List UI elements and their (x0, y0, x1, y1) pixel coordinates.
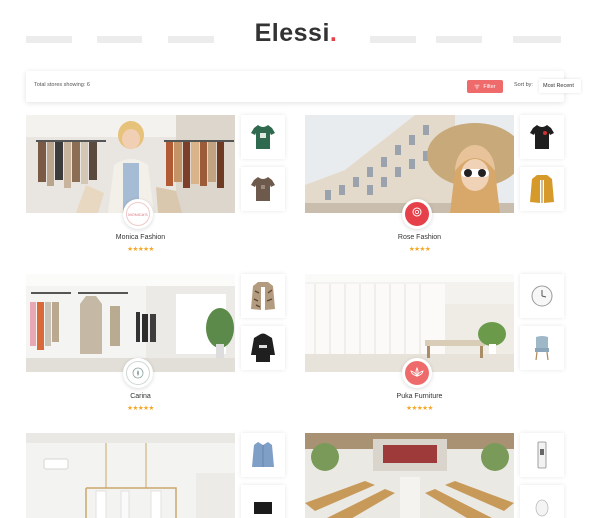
product-thumbnail[interactable] (241, 433, 285, 477)
sort-value: Most Recent (543, 83, 574, 89)
store-rating-stars: ★★★★★ (127, 405, 154, 412)
brand-dot: . (329, 19, 338, 47)
product-thumbnail[interactable] (241, 326, 285, 370)
tshirt-icon (251, 177, 275, 201)
phone-icon (537, 441, 547, 469)
store-name[interactable]: Rose Fashion (305, 234, 534, 241)
carina-emblem-icon (132, 367, 144, 379)
store-cover-image[interactable] (26, 115, 235, 213)
store-cover-image[interactable] (305, 433, 514, 518)
store-cover-image[interactable] (26, 433, 235, 518)
product-thumbnail[interactable] (241, 167, 285, 211)
store-logo-badge[interactable] (402, 199, 432, 229)
store-logo (405, 361, 429, 385)
product-thumbnail[interactable] (520, 274, 564, 318)
tshirt-icon (530, 125, 554, 149)
hoodie-icon (251, 333, 275, 362)
store-rating-stars: ★★★★★ (127, 246, 154, 253)
store-logo: MONICA'S (126, 202, 150, 226)
mouse-icon (535, 499, 549, 517)
store-logo (126, 361, 150, 385)
product-thumbnail[interactable] (241, 274, 285, 318)
shirt-icon (252, 442, 274, 467)
rose-icon (412, 207, 422, 217)
product-thumbnail[interactable] (241, 485, 285, 518)
product-thumbnail[interactable] (520, 167, 564, 211)
store-name[interactable]: Puka Furniture (305, 393, 534, 400)
product-thumbnail[interactable] (520, 115, 564, 159)
store-listing-page: Elessi. Total stores showing: 6 Filter S… (0, 0, 592, 518)
store-cover-image[interactable] (26, 274, 235, 372)
jacket-icon (251, 282, 275, 310)
chair-icon (535, 336, 549, 361)
wall-clock-icon (531, 285, 553, 307)
lotus-icon (410, 367, 424, 378)
sort-select[interactable]: Most Recent (539, 79, 581, 93)
store-logo (405, 202, 429, 226)
store-name[interactable]: Carina (26, 393, 255, 400)
brand-logo[interactable]: Elessi. (0, 19, 592, 48)
store-cover-image[interactable] (305, 274, 514, 372)
store-logo-badge[interactable] (123, 358, 153, 388)
store-logo-badge[interactable] (402, 358, 432, 388)
store-cover-image[interactable] (305, 115, 514, 213)
product-thumbnail[interactable] (520, 485, 564, 518)
tshirt-icon (251, 125, 275, 149)
product-thumbnail[interactable] (520, 433, 564, 477)
store-toolbar: Total stores showing: 6 Filter Sort by: … (26, 71, 581, 102)
store-logo-badge[interactable]: MONICA'S (123, 199, 153, 229)
clothing-icon (254, 502, 272, 514)
store-rating-stars: ★★★★ (408, 246, 431, 253)
filter-button[interactable]: Filter (467, 80, 503, 93)
store-name[interactable]: Monica Fashion (26, 234, 255, 241)
filter-label: Filter (483, 83, 496, 90)
filter-icon (474, 84, 480, 89)
store-rating-stars: ★★★★★ (406, 405, 433, 412)
sort-label: Sort by: (514, 82, 533, 88)
product-thumbnail[interactable] (520, 326, 564, 370)
total-stores-count: Total stores showing: 6 (34, 82, 90, 88)
jacket-icon (530, 175, 554, 203)
store-logo-text: MONICA'S (128, 211, 148, 217)
brand-name: Elessi (254, 19, 330, 47)
product-thumbnail[interactable] (241, 115, 285, 159)
